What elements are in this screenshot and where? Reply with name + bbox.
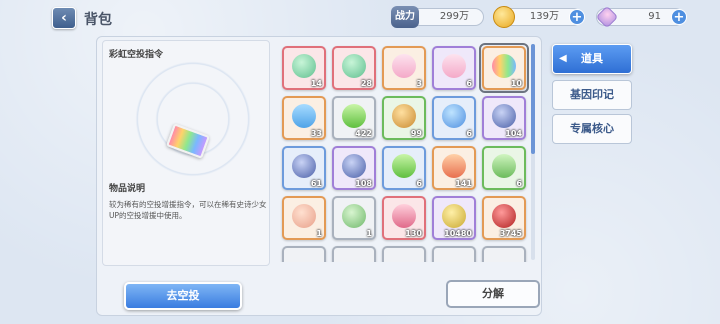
battery-icon xyxy=(342,104,366,128)
item-count: 1 xyxy=(316,229,322,238)
inventory-item[interactable]: 10480 xyxy=(432,196,476,240)
tab-gene-imprint[interactable]: 基因印记 xyxy=(552,80,632,110)
chevron-left-icon: ‹ xyxy=(61,10,67,26)
gem-display: 91 + xyxy=(595,5,687,29)
chip-icon xyxy=(292,154,316,178)
inventory-item[interactable]: 99 xyxy=(382,96,426,140)
power-display: 战力 299万 xyxy=(391,6,484,28)
gem-icon xyxy=(595,5,619,29)
inventory-item[interactable]: 104 xyxy=(482,96,526,140)
decompose-button[interactable]: 分解 xyxy=(446,280,540,308)
add-coin-button[interactable]: + xyxy=(569,9,585,25)
inventory-item[interactable]: 141 xyxy=(432,146,476,190)
tab-items-label: 道具 xyxy=(581,52,603,65)
item-count: 6 xyxy=(516,179,522,188)
item-count: 10480 xyxy=(444,229,472,238)
tab-gene-imprint-label: 基因印记 xyxy=(570,88,614,101)
item-detail-panel: 彩虹空投指令 物品说明 较为稀有的空投增援指令，可以在稀有史诗少女UP的空投增援… xyxy=(102,40,270,266)
inventory-item[interactable] xyxy=(482,246,526,262)
inventory-item[interactable]: 28 xyxy=(332,46,376,90)
item-count: 3745 xyxy=(499,229,522,238)
item-grid: 14 28 3 6 10 33 422 99 6 104 61 108 6 141 6 1 1 130 10480 3… xyxy=(278,40,534,262)
tab-exclusive-core[interactable]: 专属核心 xyxy=(552,114,632,144)
ticket-icon xyxy=(442,54,466,78)
coin-display: 139万 + xyxy=(493,6,585,28)
inventory-item[interactable]: 6 xyxy=(382,146,426,190)
chip-icon xyxy=(342,154,366,178)
item-count: 104 xyxy=(505,129,522,138)
page-title: 背包 xyxy=(84,12,112,28)
leaf-icon xyxy=(342,204,366,228)
item-count: 6 xyxy=(466,79,472,88)
gift-icon xyxy=(292,204,316,228)
inventory-item[interactable] xyxy=(332,246,376,262)
item-count: 6 xyxy=(466,129,472,138)
drum-icon xyxy=(492,204,516,228)
tab-arrow-icon: ◀ xyxy=(559,53,567,64)
inventory-item[interactable]: 61 xyxy=(282,146,326,190)
description-text: 较为稀有的空投增援指令，可以在稀有史诗少女UP的空投增援中使用。 xyxy=(109,200,267,220)
item-count: 6 xyxy=(416,179,422,188)
item-count: 28 xyxy=(360,79,372,88)
coin-icon xyxy=(493,6,515,28)
inventory-item[interactable]: 6 xyxy=(432,46,476,90)
inventory-item[interactable]: 3 xyxy=(382,46,426,90)
item-count: 422 xyxy=(355,129,372,138)
item-count: 3 xyxy=(416,79,422,88)
selection-frame xyxy=(479,43,529,93)
molecule-icon xyxy=(342,54,366,78)
add-gem-button[interactable]: + xyxy=(671,9,687,25)
top-bar: ‹ 背包 战力 299万 139万 + 91 + xyxy=(0,0,720,36)
item-count: 108 xyxy=(355,179,372,188)
item-count: 61 xyxy=(310,179,322,188)
decompose-label: 分解 xyxy=(482,287,504,300)
item-count: 99 xyxy=(410,129,422,138)
capsule-icon xyxy=(292,104,316,128)
inventory-item[interactable]: 1 xyxy=(282,196,326,240)
inventory-item[interactable] xyxy=(432,246,476,262)
item-count: 14 xyxy=(310,79,322,88)
tab-exclusive-core-label: 专属核心 xyxy=(570,122,614,135)
item-count: 141 xyxy=(455,179,472,188)
item-count: 1 xyxy=(366,229,372,238)
cloth-icon xyxy=(392,204,416,228)
coin-icon xyxy=(392,104,416,128)
inventory-item[interactable]: 130 xyxy=(382,196,426,240)
tab-items[interactable]: ◀ 道具 xyxy=(552,44,632,74)
gem-value: 91 xyxy=(648,11,661,22)
inventory-item[interactable]: 33 xyxy=(282,96,326,140)
inventory-item[interactable] xyxy=(282,246,326,262)
item-count: 33 xyxy=(310,129,322,138)
inventory-item[interactable] xyxy=(382,246,426,262)
inventory-item[interactable]: 108 xyxy=(332,146,376,190)
power-value: 299万 xyxy=(439,11,469,22)
bottle-icon xyxy=(492,154,516,178)
candy-icon xyxy=(442,104,466,128)
inventory-item[interactable]: 3745 xyxy=(482,196,526,240)
item-name: 彩虹空投指令 xyxy=(109,50,164,60)
back-button[interactable]: ‹ xyxy=(52,7,76,29)
item-count: 130 xyxy=(405,229,422,238)
power-label: 战力 xyxy=(391,6,419,28)
inventory-item[interactable]: 422 xyxy=(332,96,376,140)
ticket-icon xyxy=(392,54,416,78)
inventory-item[interactable]: 14 xyxy=(282,46,326,90)
inventory-item[interactable]: 6 xyxy=(432,96,476,140)
inventory-item[interactable]: 6 xyxy=(482,146,526,190)
coin-value: 139万 xyxy=(529,11,559,22)
go-airdrop-label: 去空投 xyxy=(166,289,200,302)
molecule-icon xyxy=(292,54,316,78)
trophy-icon xyxy=(442,204,466,228)
description-title: 物品说明 xyxy=(109,184,146,194)
inventory-item[interactable]: 1 xyxy=(332,196,376,240)
chip-icon xyxy=(492,104,516,128)
scrollbar-thumb[interactable] xyxy=(531,44,535,154)
decorative-rings xyxy=(123,49,263,189)
battery-icon xyxy=(392,154,416,178)
go-airdrop-button[interactable]: 去空投 xyxy=(124,282,242,310)
crystal-icon xyxy=(442,154,466,178)
grid-scrollbar[interactable] xyxy=(531,44,535,260)
